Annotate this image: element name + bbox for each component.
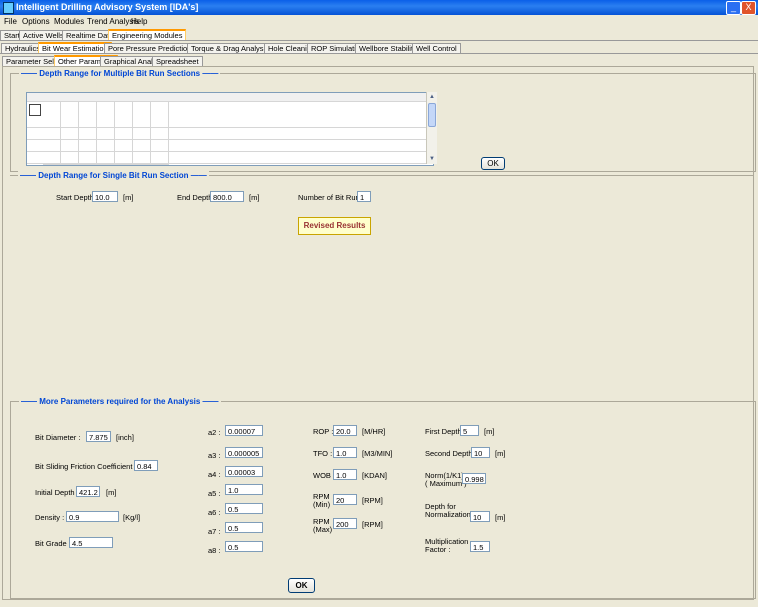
menu-bar: File Options Modules Trend Analysis Help [0, 16, 758, 28]
mult-input[interactable]: 1.5 [470, 541, 490, 552]
start-depth-unit: [m] [123, 193, 134, 202]
first-depth-unit: [m] [484, 427, 495, 436]
rpm-max-input[interactable]: 200 [333, 518, 357, 529]
tab-torque-drag-analysis[interactable]: Torque & Drag Analysis [187, 43, 273, 53]
a2-input[interactable]: 0.00007 [225, 425, 263, 436]
params-ok-button[interactable]: OK [288, 578, 315, 593]
norm-label: Norm(1/K1) ( Maximum ) [425, 471, 467, 488]
second-depth-label: Second Depth : [425, 449, 477, 458]
bit-diameter-label: Bit Diameter : [35, 433, 81, 442]
tab-wellbore-stability[interactable]: Wellbore Stability [355, 43, 421, 53]
minimize-button[interactable]: _ [726, 1, 741, 15]
single-bit-run-group: —— Depth Range for Single Bit Run Sectio… [10, 171, 754, 386]
norm-input[interactable]: 0.998 [462, 473, 486, 484]
grid-row-selector[interactable] [29, 104, 41, 116]
initial-depth-input[interactable]: 421.2 [76, 486, 100, 497]
wob-unit: [KDAN] [362, 471, 388, 480]
scroll-thumb[interactable] [428, 103, 436, 127]
a8-input[interactable]: 0.5 [225, 541, 263, 552]
tab-spreadsheet[interactable]: Spreadsheet [152, 56, 203, 66]
density-unit: [Kg/l] [123, 513, 141, 522]
a2-label: a2 : [208, 428, 221, 437]
density-input[interactable]: 0.9 [66, 511, 119, 522]
grid-row [27, 152, 433, 164]
end-depth-unit: [m] [249, 193, 260, 202]
bit-run-label: Number of Bit Run : [298, 193, 364, 202]
friction-label: Bit Sliding Friction Coefficient : [35, 462, 137, 471]
tfo-label: TFO : [313, 449, 333, 458]
depth-norm-input[interactable]: 10 [470, 511, 490, 522]
wob-input[interactable]: 1.0 [333, 469, 357, 480]
a4-label: a4 : [208, 470, 221, 479]
a7-input[interactable]: 0.5 [225, 522, 263, 533]
initial-depth-label: Initial Depth : [35, 488, 79, 497]
a6-input[interactable]: 0.5 [225, 503, 263, 514]
a4-input[interactable]: 0.00003 [225, 466, 263, 477]
tfo-input[interactable]: 1.0 [333, 447, 357, 458]
app-icon [3, 2, 14, 14]
grid-header-row [27, 93, 433, 102]
wob-label: WOB [313, 471, 331, 480]
density-label: Density : [35, 513, 65, 522]
multi-bit-run-title: —— Depth Range for Multiple Bit Run Sect… [19, 69, 221, 78]
end-depth-input[interactable]: 800.0 [210, 191, 244, 202]
a7-label: a7 : [208, 527, 221, 536]
bit-diameter-input[interactable]: 7.875 [86, 431, 111, 442]
mult-label: Multiplication Factor : [425, 537, 469, 554]
bit-run-input[interactable]: 1 [357, 191, 371, 202]
rpm-min-label: RPM (Min) [313, 492, 331, 509]
window-title: Intelligent Drilling Advisory System [ID… [16, 2, 199, 12]
rop-unit: [M/HR] [362, 427, 386, 436]
tab-well-control[interactable]: Well Control [412, 43, 461, 53]
bit-grade-label: Bit Grade : [35, 539, 71, 548]
depth-norm-label: Depth for Normalization : [425, 502, 475, 519]
a6-label: a6 : [208, 508, 221, 517]
close-button[interactable]: X [741, 1, 756, 15]
second-depth-unit: [m] [495, 449, 506, 458]
grid-row [27, 128, 433, 140]
rpm-max-unit: [RPM] [362, 520, 383, 529]
menu-modules[interactable]: Modules [54, 17, 84, 26]
tfo-unit: [M3/MIN] [362, 449, 393, 458]
a8-label: a8 : [208, 546, 221, 555]
single-bit-run-title: —— Depth Range for Single Bit Run Sectio… [18, 171, 209, 180]
a3-input[interactable]: 0.000005 [225, 447, 263, 458]
rpm-min-input[interactable]: 20 [333, 494, 357, 505]
start-depth-input[interactable]: 10.0 [92, 191, 118, 202]
a5-input[interactable]: 1.0 [225, 484, 263, 495]
grid-row [27, 140, 433, 152]
a3-label: a3 : [208, 451, 221, 460]
title-bar: Intelligent Drilling Advisory System [ID… [0, 0, 758, 15]
divider [0, 53, 758, 54]
menu-file[interactable]: File [4, 17, 17, 26]
tab-active-wells[interactable]: Active Wells [19, 30, 68, 40]
menu-options[interactable]: Options [22, 17, 50, 26]
a5-label: a5 : [208, 489, 221, 498]
multi-ok-button[interactable]: OK [481, 157, 505, 170]
scroll-up-icon[interactable]: ▲ [427, 92, 437, 102]
initial-depth-unit: [m] [106, 488, 117, 497]
divider [0, 40, 758, 41]
more-parameters-title: —— More Parameters required for the Anal… [19, 397, 221, 406]
depth-range-grid[interactable] [26, 92, 434, 166]
bit-diameter-unit: [inch] [116, 433, 134, 442]
grid-scrollbar[interactable]: ▲ ▼ [426, 92, 437, 164]
scroll-down-icon[interactable]: ▼ [427, 154, 437, 164]
second-depth-input[interactable]: 10 [471, 447, 490, 458]
first-depth-input[interactable]: 5 [460, 425, 479, 436]
grid-row [27, 116, 433, 128]
friction-input[interactable]: 0.84 [134, 460, 158, 471]
rpm-min-unit: [RPM] [362, 496, 383, 505]
bit-grade-input[interactable]: 4.5 [69, 537, 113, 548]
rop-input[interactable]: 20.0 [333, 425, 357, 436]
depth-norm-unit: [m] [495, 513, 506, 522]
menu-help[interactable]: Help [131, 17, 147, 26]
revised-results-button[interactable]: Revised Results [298, 217, 371, 235]
rpm-max-label: RPM (Max) [313, 517, 333, 534]
tab-pore-pressure-prediction[interactable]: Pore Pressure Prediction [104, 43, 196, 53]
rop-label: ROP : [313, 427, 334, 436]
